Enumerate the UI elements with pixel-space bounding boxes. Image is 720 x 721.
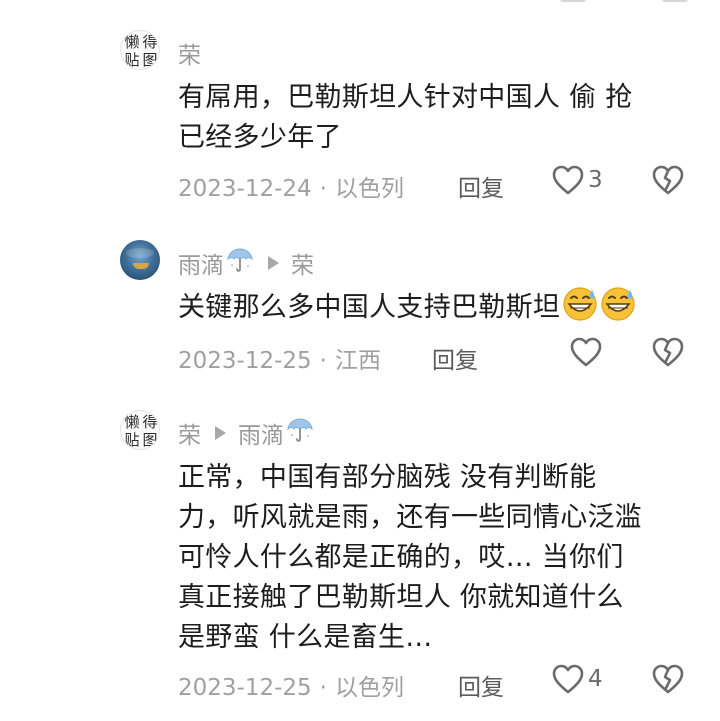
comment-author-line: 荣 雨滴 xyxy=(178,416,314,450)
heart-outline-icon xyxy=(570,337,602,367)
comment-meta: 2023-12-24 · 以色列 xyxy=(178,169,404,203)
comment-author-line: 雨滴 荣 xyxy=(178,246,314,280)
broken-heart-icon xyxy=(652,337,684,371)
separator-dot: · xyxy=(319,348,327,374)
author-name[interactable]: 荣 xyxy=(178,416,201,450)
broken-heart-icon xyxy=(652,165,684,199)
reply-arrow-icon xyxy=(268,256,279,270)
comment-location: 江西 xyxy=(334,348,381,374)
broken-heart-icon xyxy=(652,664,684,698)
heart-outline-icon xyxy=(552,664,584,694)
avatar[interactable]: 懒得贴图 xyxy=(120,30,160,70)
reply-to-name[interactable]: 雨滴 xyxy=(238,416,284,450)
reply-to-name[interactable]: 荣 xyxy=(291,246,314,280)
like-button[interactable]: 4 xyxy=(552,664,603,694)
comment-text: 正常，中国有部分脑残 没有判断能 力，听风就是雨，还有一些同情心泛滥 可怜人什么… xyxy=(178,462,643,653)
reply-button[interactable]: 回复 xyxy=(458,169,504,203)
grinning-sweat-emoji xyxy=(600,286,636,334)
like-button[interactable]: 3 xyxy=(552,165,603,195)
umbrella-icon xyxy=(226,247,254,279)
dislike-button[interactable] xyxy=(652,664,684,698)
reply-arrow-icon xyxy=(215,426,226,440)
like-button[interactable] xyxy=(570,337,602,367)
dislike-button[interactable] xyxy=(652,337,684,371)
comment-text: 有屌用，巴勒斯坦人针对中国人 偷 抢 已经多少年了 xyxy=(178,82,633,153)
comment-author-line: 荣 xyxy=(178,36,201,70)
separator-dot: · xyxy=(319,176,327,202)
author-name[interactable]: 雨滴 xyxy=(178,246,224,280)
comment-meta: 2023-12-25 · 江西 xyxy=(178,341,381,375)
comment-meta: 2023-12-25 · 以色列 xyxy=(178,668,404,702)
comment-date: 2023-12-24 xyxy=(178,176,312,202)
avatar[interactable] xyxy=(120,240,160,280)
avatar[interactable]: 懒得贴图 xyxy=(120,410,160,450)
like-count: 3 xyxy=(588,167,603,193)
comment-date: 2023-12-25 xyxy=(178,348,312,374)
umbrella-icon xyxy=(286,417,314,449)
like-count: 4 xyxy=(588,666,603,692)
dislike-button[interactable] xyxy=(652,165,684,199)
comment-location: 以色列 xyxy=(334,176,404,202)
comment-date: 2023-12-25 xyxy=(178,675,312,701)
comment-location: 以色列 xyxy=(334,675,404,701)
separator-dot: · xyxy=(319,675,327,701)
grinning-sweat-emoji xyxy=(562,286,598,334)
reply-button[interactable]: 回复 xyxy=(432,341,478,375)
reply-button[interactable]: 回复 xyxy=(458,668,504,702)
heart-outline-icon xyxy=(552,165,584,195)
previous-comment-edge xyxy=(0,0,720,4)
author-name[interactable]: 荣 xyxy=(178,36,201,70)
comment-text: 关键那么多中国人支持巴勒斯坦 xyxy=(178,286,688,334)
